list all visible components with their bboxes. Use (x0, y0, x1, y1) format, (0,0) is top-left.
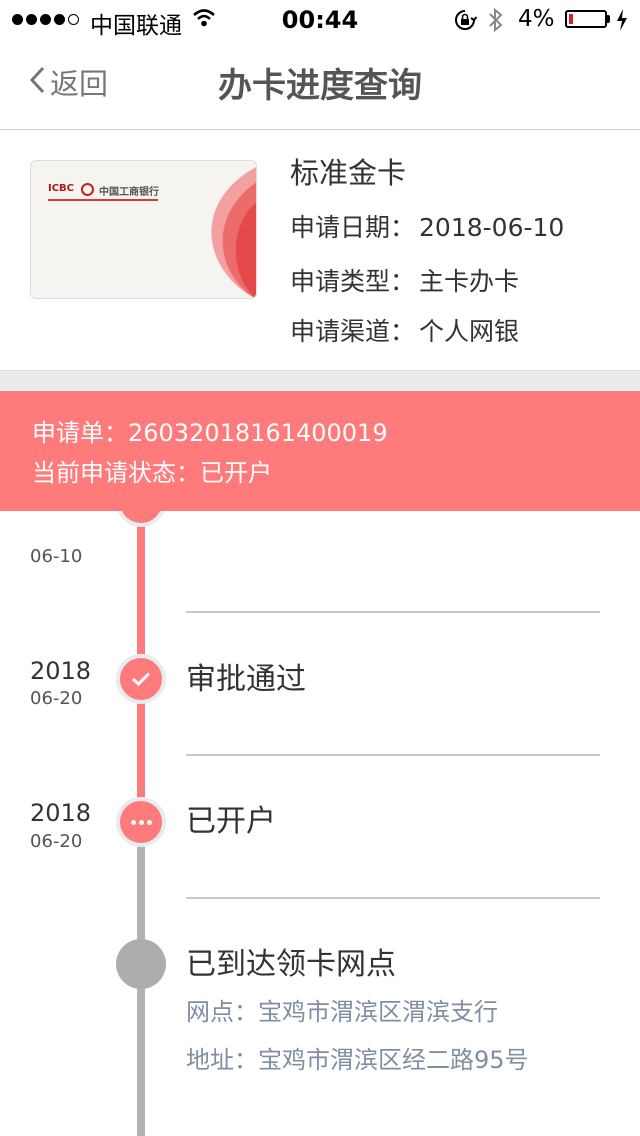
progress-timeline[interactable]: 06-10 2018 06-20 审批通过 2018 06-20 已开户 已到达… (0, 511, 640, 1136)
section-separator (0, 370, 640, 392)
apply-channel-value: 个人网银 (419, 317, 520, 346)
step-title-opened: 已开户 (186, 804, 276, 839)
icbc-logo-icon (81, 183, 94, 196)
order-number-value: 26032018161400019 (128, 419, 388, 447)
card-info-section: ICBC 中国工商银行 标准金卡 申请日期： 2018-06-10 申请类型： 主卡… (0, 130, 640, 370)
divider (186, 754, 600, 756)
apply-type-value: 主卡办卡 (419, 267, 520, 296)
step-year: 2018 (30, 657, 92, 685)
apply-type-label: 申请类型： (290, 267, 416, 296)
carrier-name: 中国联通 (90, 13, 182, 39)
status-banner: 申请单：26032018161400019 当前申请状态：已开户 (0, 391, 640, 511)
order-number-row: 申请单：26032018161400019 (32, 413, 388, 448)
order-number-label: 申请单： (32, 419, 128, 447)
divider (186, 611, 600, 613)
step-date: 06-20 (30, 831, 83, 852)
navigation-bar: 返回 办卡进度查询 (0, 40, 640, 130)
rotation-lock-icon (453, 8, 478, 36)
step-title-arrived: 已到达领卡网点 (186, 947, 396, 982)
apply-date-value: 2018-06-10 (419, 213, 565, 242)
branch-label: 网点： (186, 998, 258, 1026)
branch-row: 网点：宝鸡市渭滨区渭滨支行 (186, 992, 498, 1027)
status-bar: 中国联通 00:44 4% (0, 0, 640, 40)
signal-strength-icon (12, 14, 79, 25)
chevron-left-icon (28, 65, 46, 99)
wifi-icon (192, 8, 216, 32)
check-icon (116, 654, 166, 704)
apply-channel-row: 申请渠道： 个人网银 (290, 312, 519, 348)
address-value: 宝鸡市渭滨区经二路95号 (258, 1046, 529, 1074)
current-status-row: 当前申请状态：已开户 (32, 453, 272, 488)
step-title-approved: 审批通过 (186, 662, 306, 697)
timeline-node-first (116, 511, 166, 527)
branch-value: 宝鸡市渭滨区渭滨支行 (258, 998, 498, 1026)
back-button[interactable]: 返回 (28, 62, 108, 102)
battery-icon (565, 10, 607, 28)
bluetooth-icon (487, 6, 505, 38)
card-name: 标准金卡 (290, 156, 407, 190)
apply-channel-label: 申请渠道： (290, 317, 416, 346)
card-logo-cn: 中国工商银行 (99, 187, 159, 198)
charging-icon (616, 9, 628, 35)
apply-date-label: 申请日期： (290, 213, 416, 242)
step-date: 06-20 (30, 688, 83, 709)
apply-type-row: 申请类型： 主卡办卡 (290, 262, 519, 298)
apply-date-row: 申请日期： 2018-06-10 (290, 208, 564, 244)
current-status-label: 当前申请状态： (32, 459, 200, 487)
ellipsis-icon (116, 797, 166, 847)
card-logo-en: ICBC (48, 183, 75, 194)
timeline-node-pending (116, 939, 166, 989)
first-step-date: 06-10 (30, 546, 83, 567)
card-image: ICBC 中国工商银行 (30, 160, 257, 299)
battery-percentage: 4% (518, 6, 555, 32)
address-label: 地址： (186, 1046, 258, 1074)
current-status-value: 已开户 (200, 459, 272, 487)
step-year: 2018 (30, 799, 92, 827)
back-label: 返回 (50, 67, 109, 101)
divider (186, 897, 600, 899)
address-row: 地址：宝鸡市渭滨区经二路95号 (186, 1040, 529, 1075)
